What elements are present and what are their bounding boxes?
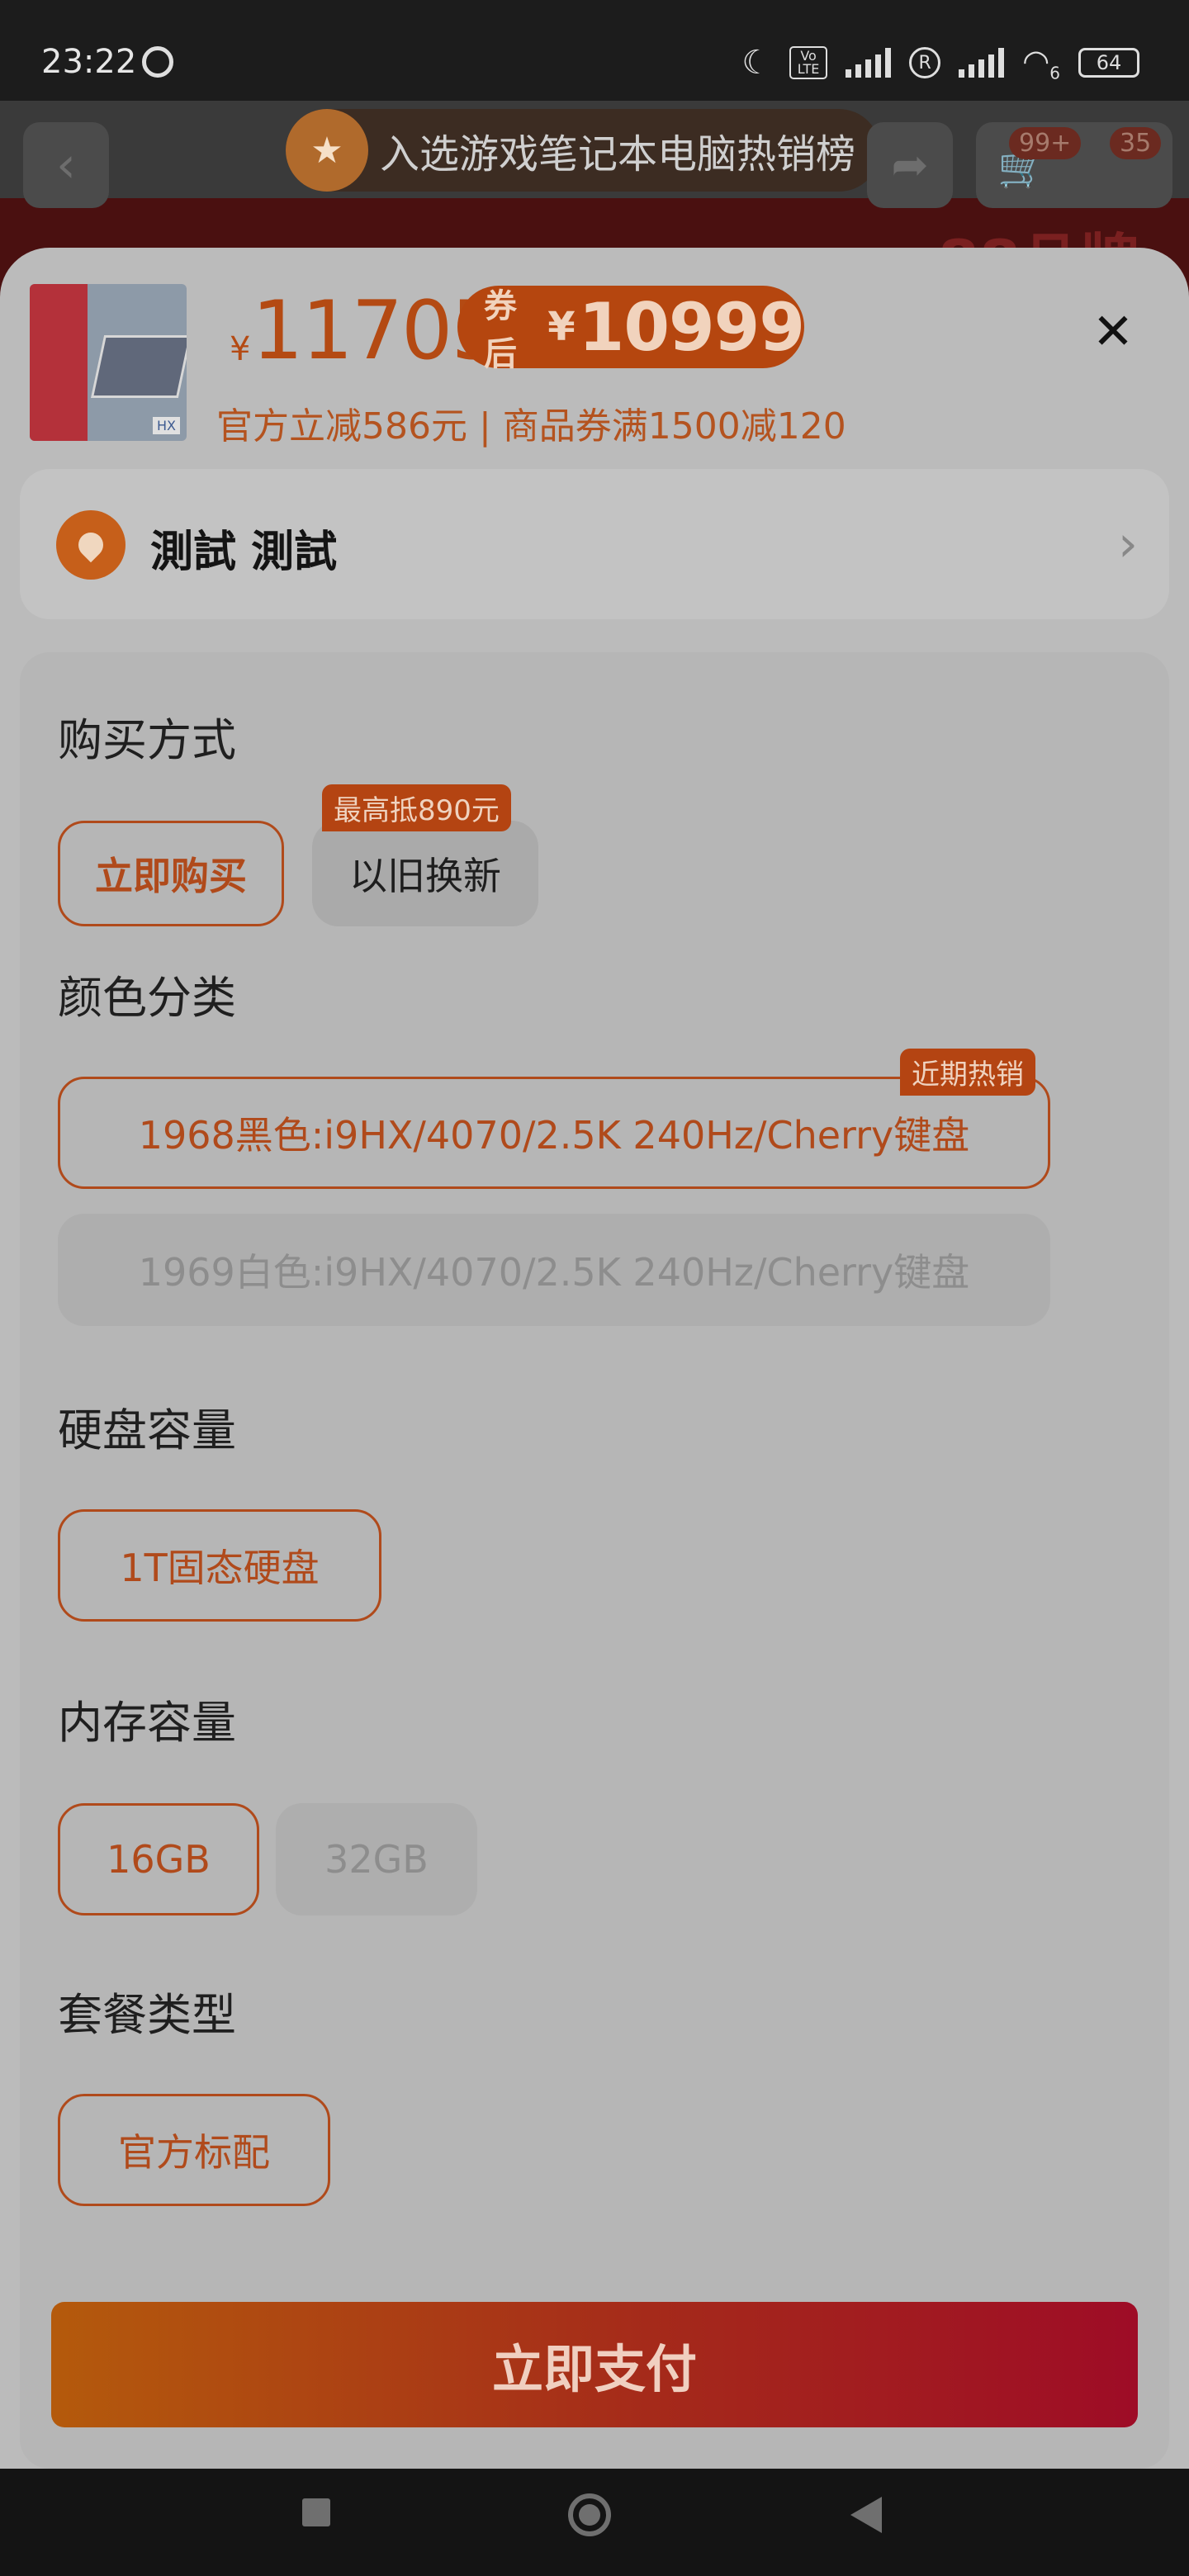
- address-selector[interactable]: 測試 測試 ›: [20, 469, 1169, 619]
- option-label: 以旧换新: [349, 854, 501, 898]
- coupon-currency: ¥: [547, 304, 576, 350]
- option-label: 16GB: [107, 1837, 211, 1882]
- chevron-right-icon: ›: [1118, 515, 1138, 573]
- roaming-icon: R: [909, 47, 941, 79]
- cart-button[interactable]: 🛒 99+ 35: [976, 122, 1172, 208]
- recent-apps-icon[interactable]: [302, 2498, 330, 2526]
- option-buy-now[interactable]: 立即购买: [58, 821, 284, 926]
- moon-icon: ☾: [741, 44, 772, 83]
- pay-now-button[interactable]: 立即支付: [51, 2302, 1138, 2427]
- option-memory-16gb[interactable]: 16GB: [58, 1803, 259, 1915]
- price-currency: ¥: [230, 330, 251, 368]
- option-label: 32GB: [324, 1837, 429, 1882]
- package-title: 套餐类型: [58, 1989, 236, 2041]
- address-name: 測試 測試: [150, 528, 338, 577]
- volte-icon: Vo LTE: [789, 46, 828, 80]
- memory-title: 内存容量: [58, 1697, 236, 1749]
- wifi-icon: ◠6: [1022, 43, 1060, 83]
- option-label: 立即购买: [95, 854, 247, 898]
- home-icon[interactable]: [568, 2493, 611, 2536]
- share-icon: ➦: [891, 139, 929, 191]
- trade-in-tag: 最高抵890元: [322, 784, 511, 831]
- color-title: 颜色分类: [58, 972, 236, 1024]
- battery-icon: 64: [1078, 48, 1139, 78]
- system-nav-bar: [0, 2469, 1189, 2576]
- option-trade-in[interactable]: 以旧换新: [312, 821, 538, 926]
- pay-now-label: 立即支付: [491, 2339, 697, 2399]
- ranking-text: 入选游戏笔记本电脑热销榜: [380, 131, 856, 178]
- back-arrow-icon: ‹: [56, 136, 76, 194]
- status-bar: 23:22 ☾ Vo LTE R ◠6 64: [0, 0, 1189, 101]
- option-memory-32gb[interactable]: 32GB: [276, 1803, 477, 1915]
- back-icon[interactable]: [850, 2497, 882, 2533]
- storage-title: 硬盘容量: [58, 1404, 236, 1456]
- signal-icon-2: [959, 48, 1005, 78]
- laptop-image: [90, 335, 187, 398]
- product-thumbnail: HX: [30, 284, 187, 441]
- close-icon[interactable]: ✕: [1083, 302, 1143, 362]
- option-label: 1T固态硬盘: [120, 1546, 320, 1590]
- promo-text: 官方立减586元 | 商品券满1500减120: [216, 405, 846, 447]
- signal-icon: [846, 48, 892, 78]
- purchase-method-title: 购买方式: [58, 714, 236, 766]
- sku-sheet: HX ¥ 11705 券后 ¥ 10999 ✕ 官方立减586元 | 商品券满1…: [0, 248, 1189, 2469]
- coupon-price-badge: 券后 ¥ 10999: [457, 286, 805, 373]
- option-label: 1969白色:i9HX/4070/2.5K 240Hz/Cherry键盘: [138, 1250, 970, 1295]
- app-status-icon: [142, 46, 173, 78]
- option-color-white[interactable]: 1969白色:i9HX/4070/2.5K 240Hz/Cherry键盘: [58, 1214, 1050, 1326]
- ranking-banner[interactable]: ★ 入选游戏笔记本电脑热销榜: [286, 109, 880, 192]
- share-button[interactable]: ➦: [867, 122, 953, 208]
- back-button[interactable]: ‹: [23, 122, 109, 208]
- options-panel: 购买方式 立即购买 以旧换新 最高抵890元 颜色分类 1968黑色:i9HX/…: [20, 652, 1169, 2469]
- status-time: 23:22: [41, 43, 137, 81]
- message-badge: 35: [1110, 127, 1162, 159]
- location-icon: [56, 510, 126, 580]
- cart-badge: 99+: [1009, 127, 1082, 159]
- option-label: 1968黑色:i9HX/4070/2.5K 240Hz/Cherry键盘: [138, 1113, 970, 1158]
- option-package-standard[interactable]: 官方标配: [58, 2094, 330, 2206]
- hot-sale-tag: 近期热销: [900, 1049, 1035, 1096]
- status-icons: ☾ Vo LTE R ◠6 64: [741, 43, 1139, 83]
- option-label: 官方标配: [118, 2130, 270, 2175]
- thumb-label: HX: [153, 417, 180, 434]
- coupon-label: 券后: [484, 287, 517, 373]
- coupon-price: 10999: [578, 288, 805, 366]
- option-storage-1t[interactable]: 1T固态硬盘: [58, 1509, 381, 1622]
- medal-icon: ★: [286, 109, 368, 192]
